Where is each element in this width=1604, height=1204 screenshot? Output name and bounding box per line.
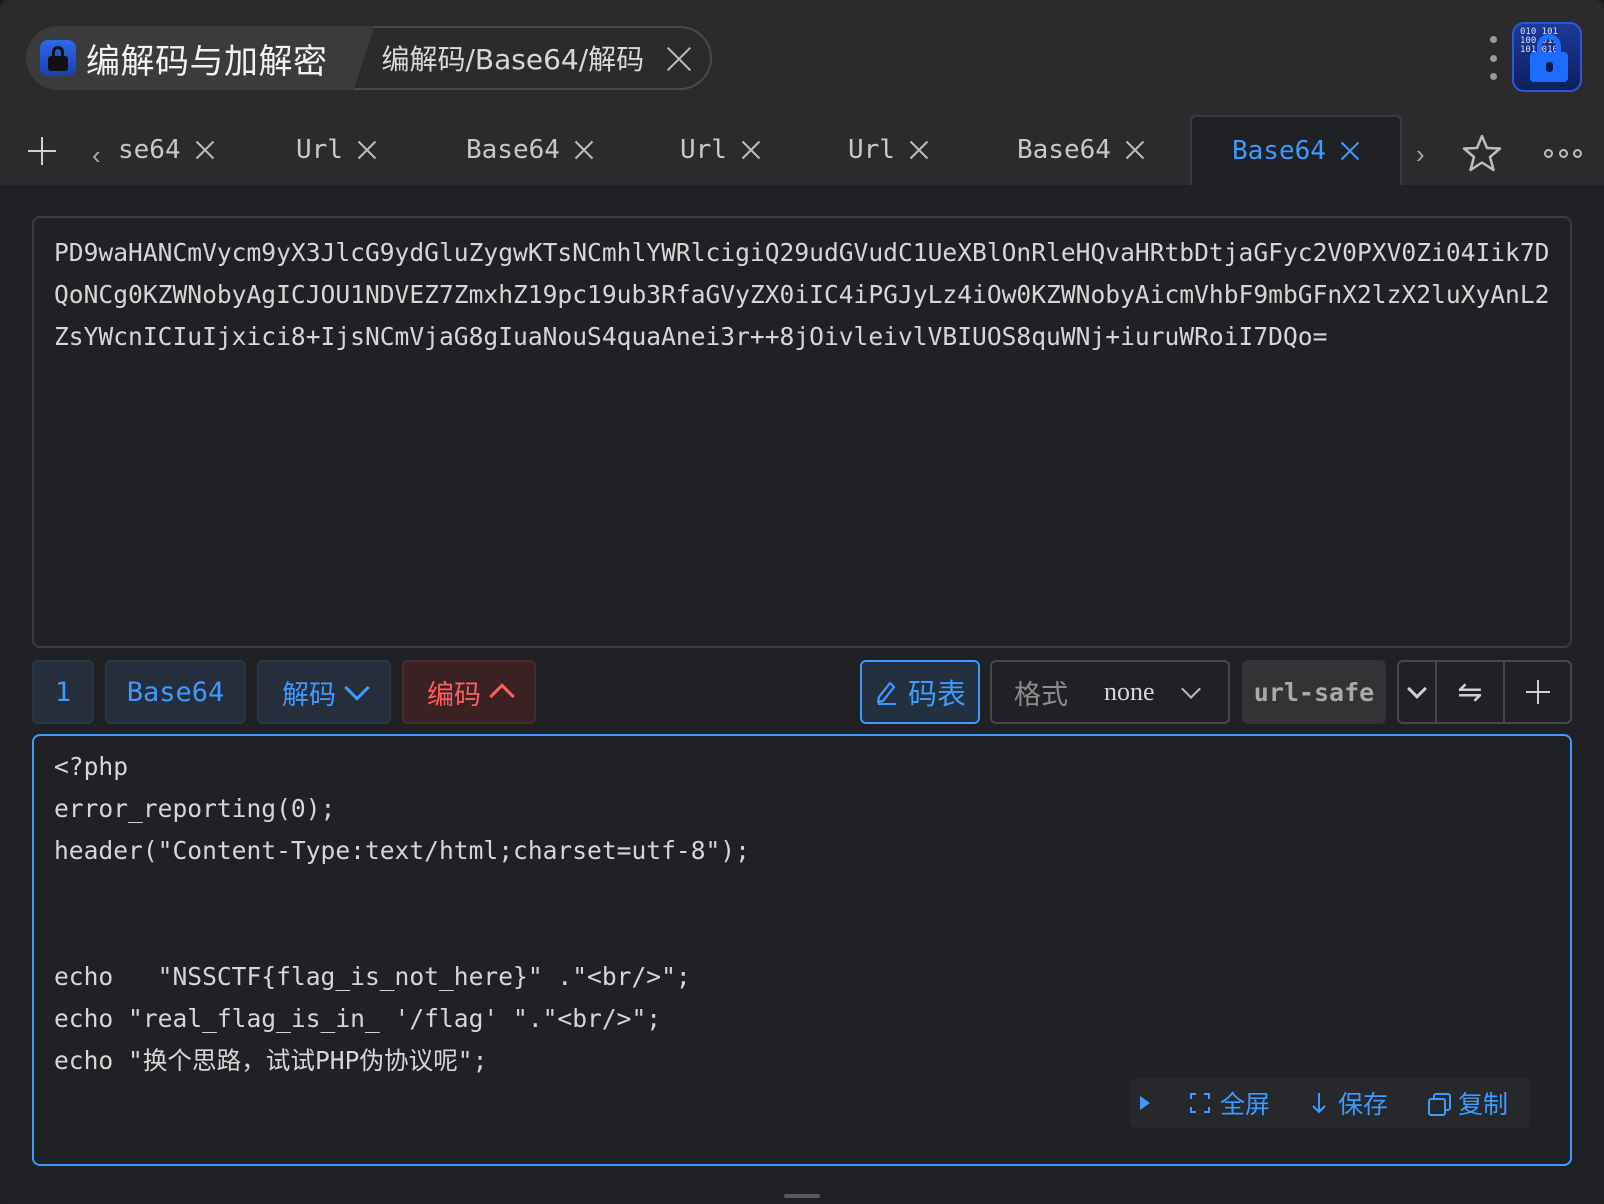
tab-item[interactable]: Url [296, 115, 377, 185]
collapse-button[interactable] [1399, 662, 1437, 722]
breadcrumb-app[interactable]: 编解码与加解密 [26, 26, 350, 90]
format-label: 格式 [1014, 679, 1068, 711]
encode-label: 编码 [427, 679, 481, 711]
tab-label: Base64 [466, 135, 560, 165]
fullscreen-icon [1187, 1091, 1212, 1115]
download-arrow-icon [1312, 1093, 1326, 1114]
vertical-menu-icon[interactable] [1488, 36, 1498, 80]
chevron-down-icon [1181, 679, 1201, 699]
copy-label: 复制 [1457, 1090, 1508, 1119]
chevron-up-icon [489, 683, 515, 709]
tab-close-icon[interactable] [741, 140, 761, 160]
operation-toolbar: 1 Base64 解码 编码 码表 格式 none url-safe ⇋ [32, 660, 1572, 724]
tab-scroll-right-icon[interactable]: › [1416, 141, 1425, 167]
app-logo-icon: 010 101100 011101 010 [1512, 22, 1582, 92]
fullscreen-label: 全屏 [1219, 1090, 1270, 1119]
decode-label: 解码 [282, 679, 336, 711]
tab-bar: ‹ se64 Url Base64 Url Url Base64 Base64 [0, 115, 1604, 185]
swap-button[interactable]: ⇋ [1437, 662, 1505, 722]
algorithm-button[interactable]: Base64 [105, 660, 246, 724]
copy-button[interactable]: 复制 [1427, 1085, 1508, 1121]
save-button[interactable]: 保存 [1310, 1085, 1388, 1121]
breadcrumb-close-icon[interactable] [666, 45, 692, 71]
tab-label: Url [848, 135, 895, 165]
tab-item[interactable]: Base64 [466, 115, 594, 185]
tab-close-icon[interactable] [195, 140, 215, 160]
save-label: 保存 [1337, 1090, 1388, 1119]
tab-item[interactable]: Url [848, 115, 929, 185]
more-options-icon[interactable] [1544, 149, 1582, 159]
format-select[interactable]: 格式 none [990, 660, 1230, 724]
url-safe-toggle[interactable]: url-safe [1242, 660, 1386, 724]
expand-arrow-icon[interactable] [1139, 1096, 1150, 1110]
output-actions: 全屏 保存 复制 [1129, 1078, 1530, 1128]
breadcrumb-path-label: 编解码/Base64/解码 [381, 43, 645, 76]
tab-item-active[interactable]: Base64 [1190, 115, 1402, 185]
tab-item[interactable]: Url [680, 115, 761, 185]
input-text: PD9waHANCmVycm9yX3JlcG9ydGluZygwKTsNCmhl… [54, 238, 1550, 351]
chevron-down-icon [1407, 679, 1427, 699]
app-lock-icon [40, 40, 76, 76]
breadcrumb-path[interactable]: 编解码/Base64/解码 [349, 26, 713, 90]
input-textarea[interactable]: PD9waHANCmVycm9yX3JlcG9ydGluZygwKTsNCmhl… [32, 216, 1572, 648]
encode-button[interactable]: 编码 [402, 660, 536, 724]
tab-label: Url [296, 135, 343, 165]
output-text: <?php error_reporting(0); header("Conten… [54, 752, 750, 1075]
tab-close-icon[interactable] [1340, 141, 1360, 161]
tab-label: Base64 [1017, 135, 1111, 165]
tab-label: se64 [118, 135, 181, 165]
tab-item[interactable]: se64 [118, 115, 215, 185]
step-actions-group: ⇋ [1397, 660, 1572, 724]
star-icon[interactable] [1462, 133, 1502, 173]
code-table-label: 码表 [907, 677, 966, 711]
copy-icon [1427, 1093, 1451, 1116]
tab-close-icon[interactable] [1125, 140, 1145, 160]
tab-label: Url [680, 135, 727, 165]
output-textarea[interactable]: <?php error_reporting(0); header("Conten… [32, 734, 1572, 1166]
format-value: none [1104, 677, 1155, 706]
app-window: 编解码与加解密 编解码/Base64/解码 010 101100 011101 … [0, 0, 1604, 1204]
title-bar: 编解码与加解密 编解码/Base64/解码 010 101100 011101 … [0, 0, 1604, 115]
resize-handle[interactable] [784, 1194, 820, 1198]
pen-icon [876, 681, 896, 705]
tab-close-icon[interactable] [574, 140, 594, 160]
new-tab-plus-icon[interactable] [28, 137, 56, 165]
tab-label: Base64 [1232, 136, 1326, 166]
tab-item[interactable]: Base64 [1017, 115, 1145, 185]
breadcrumb: 编解码与加解密 编解码/Base64/解码 [26, 26, 713, 90]
code-table-button[interactable]: 码表 [860, 660, 980, 724]
plus-icon [1525, 680, 1550, 704]
swap-icon: ⇋ [1457, 675, 1483, 709]
step-index-button[interactable]: 1 [32, 660, 94, 724]
tab-close-icon[interactable] [909, 140, 929, 160]
breadcrumb-app-label: 编解码与加解密 [86, 41, 328, 82]
decode-button[interactable]: 解码 [257, 660, 391, 724]
add-step-button[interactable] [1505, 662, 1570, 722]
tab-close-icon[interactable] [357, 140, 377, 160]
tab-scroll-left-icon[interactable]: ‹ [92, 142, 101, 168]
chevron-down-icon [344, 675, 370, 701]
fullscreen-button[interactable]: 全屏 [1187, 1085, 1270, 1121]
